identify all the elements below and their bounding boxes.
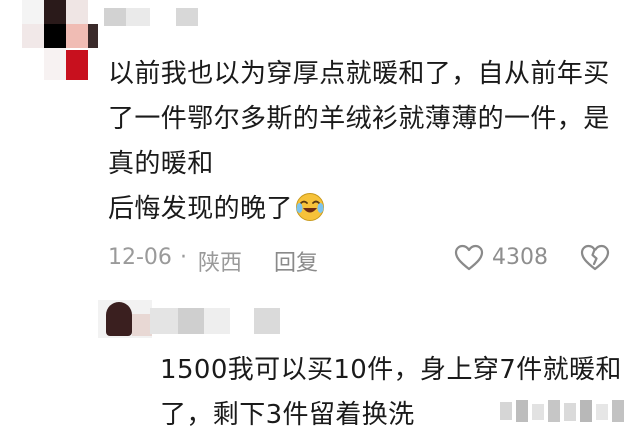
meta-separator: · bbox=[180, 245, 187, 270]
avatar[interactable] bbox=[98, 300, 152, 338]
comment-body: 以前我也以为穿厚点就暖和了，自从前年买 了一件鄂尔多斯的羊绒衫就薄薄的一件，是 … bbox=[108, 52, 628, 232]
pixelated-overlay bbox=[500, 400, 624, 422]
comment-thread: 以前我也以为穿厚点就暖和了，自从前年买 了一件鄂尔多斯的羊绒衫就薄薄的一件，是 … bbox=[0, 0, 640, 434]
comment-line: 真的暖和 bbox=[108, 149, 214, 179]
avatar[interactable] bbox=[22, 0, 98, 80]
reply-button[interactable]: 回复 bbox=[274, 245, 318, 277]
broken-heart-icon[interactable] bbox=[580, 243, 610, 273]
comment-line: 1500我可以买10件，身上穿7件就暖和 bbox=[160, 355, 622, 385]
username-redacted[interactable] bbox=[104, 8, 198, 26]
comment-line-text: 后悔发现的晚了 bbox=[108, 194, 293, 224]
comment-location: 陕西 bbox=[198, 251, 243, 276]
comment-line: 以前我也以为穿厚点就暖和了，自从前年买 bbox=[108, 59, 610, 89]
comment-line: 了一件鄂尔多斯的羊绒衫就薄薄的一件，是 bbox=[108, 104, 610, 134]
comment-line: 后悔发现的晚了 bbox=[108, 187, 628, 232]
comment-date: 12-06 bbox=[108, 245, 172, 270]
heart-outline-icon bbox=[454, 244, 484, 271]
username-redacted[interactable] bbox=[150, 308, 280, 334]
comment-meta: 12-06 · 陕西 回复 4308 bbox=[108, 242, 628, 277]
like-count: 4308 bbox=[492, 245, 548, 270]
laughing-crying-emoji-icon bbox=[295, 193, 324, 221]
